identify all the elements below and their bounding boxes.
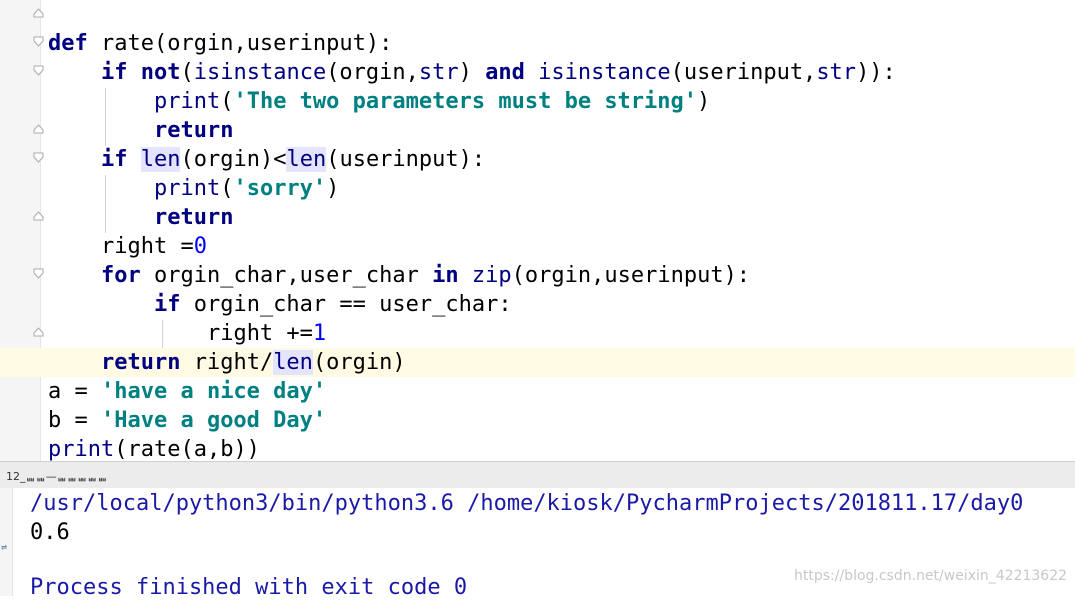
string-literal: 'have a nice day' [100, 379, 327, 404]
code-text: (orgin)< [180, 147, 287, 172]
builtin: print [153, 176, 221, 201]
code-text: (orgin, [326, 60, 419, 85]
string-literal: 'sorry' [233, 176, 327, 201]
run-tab-label[interactable]: 12_ᆸᆸᆸᆸ—ᆸᆸᆸᆸᆸᆸᆸᆸᆸᆸ [6, 468, 107, 484]
keyword: for [100, 263, 141, 288]
soft-wrap-icon[interactable]: ⇌ [1, 543, 7, 553]
code-line[interactable]: return [0, 116, 1075, 145]
keyword: return [153, 205, 234, 230]
code-text: (userinput, [670, 60, 817, 85]
keyword: return [153, 118, 234, 143]
code-line[interactable]: def rate(orgin,userinput): [0, 29, 1075, 58]
watermark: https://blog.csdn.net/weixin_42213622 [794, 568, 1068, 584]
keyword: if [100, 60, 128, 85]
code-text: right/ [180, 350, 274, 375]
keyword: in [432, 263, 459, 288]
console-command: /usr/local/python3/bin/python3.6 /home/k… [30, 491, 1024, 516]
code-text: ( [180, 60, 194, 85]
string-literal: 'Have a good Day' [100, 408, 327, 433]
code-line[interactable]: if not(isinstance(orgin,str) and isinsta… [0, 58, 1075, 87]
code-line[interactable]: right +=1 [0, 319, 1075, 348]
code-line[interactable]: for orgin_char,user_char in zip(orgin,us… [0, 261, 1075, 290]
number-literal: 0 [193, 234, 207, 259]
code-text: b = [48, 408, 101, 433]
builtin: len [140, 147, 181, 172]
code-editor[interactable]: """ def rate(orgin,userinput): if not(is… [0, 0, 1075, 461]
function-signature: rate(orgin,userinput): [87, 31, 393, 56]
code-line[interactable]: print('sorry') [0, 174, 1075, 203]
builtin: print [48, 437, 115, 461]
code-text: orgin_char == user_char: [180, 292, 512, 317]
code-text: a = [48, 379, 101, 404]
code-line[interactable]: """ [0, 0, 1075, 16]
code-text: (orgin,userinput): [511, 263, 751, 288]
docstring-end: """ [48, 0, 88, 14]
builtin: len [273, 350, 313, 375]
console-output: 0.6 [30, 520, 70, 545]
run-panel-header: 12_ᆸᆸᆸᆸ—ᆸᆸᆸᆸᆸᆸᆸᆸᆸᆸ [0, 461, 1075, 489]
code-line[interactable]: right =0 [0, 232, 1075, 261]
code-text: (userinput): [326, 147, 486, 172]
keyword: not [140, 60, 181, 85]
string-literal: 'The two parameters must be string' [233, 89, 698, 114]
code-line[interactable]: print(rate(a,b)) [0, 435, 1075, 461]
keyword: def [48, 31, 88, 56]
number-literal: 1 [312, 321, 327, 346]
console-toolbar: ⇌ [0, 488, 13, 596]
keyword: if [153, 292, 181, 317]
builtin: str [418, 60, 459, 85]
code-line-current[interactable]: return right/len(orgin) [0, 348, 1075, 377]
builtin: print [153, 89, 221, 114]
code-text: ) [458, 60, 486, 85]
builtin: zip [471, 263, 512, 288]
code-text: ( [220, 89, 234, 114]
code-line[interactable]: a = 'have a nice day' [0, 377, 1075, 406]
keyword: and [485, 60, 525, 85]
code-line[interactable]: return [0, 203, 1075, 232]
console-exit-message: Process finished with exit code 0 [30, 575, 468, 600]
code-line[interactable]: b = 'Have a good Day' [0, 406, 1075, 435]
code-text: ) [697, 89, 711, 114]
code-text: ) [326, 176, 340, 201]
keyword: return [100, 350, 181, 375]
code-text: ( [220, 176, 234, 201]
code-text: orgin_char,user_char [140, 263, 433, 288]
builtin: isinstance [193, 60, 327, 85]
code-text: (orgin) [312, 350, 406, 375]
code-text: )): [856, 60, 896, 85]
code-line[interactable]: if len(orgin)<len(userinput): [0, 145, 1075, 174]
builtin: isinstance [538, 60, 671, 85]
builtin: len [286, 147, 327, 172]
keyword: if [100, 147, 128, 172]
code-text: (rate(a,b)) [114, 437, 260, 461]
builtin: str [816, 60, 857, 85]
code-text: right += [206, 321, 313, 346]
code-line[interactable]: if orgin_char == user_char: [0, 290, 1075, 319]
code-text: right = [100, 234, 194, 259]
code-line[interactable]: print('The two parameters must be string… [0, 87, 1075, 116]
